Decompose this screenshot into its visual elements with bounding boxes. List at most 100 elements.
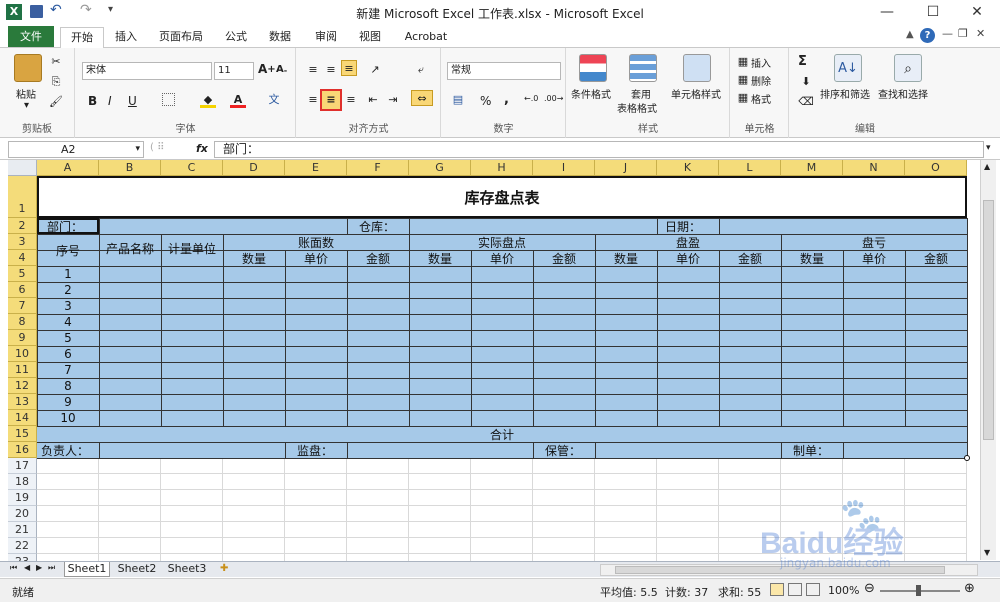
wb-close-icon[interactable]: ✕ — [976, 27, 985, 40]
increase-indent-icon[interactable]: ⇥ — [385, 92, 401, 108]
view-page-break-icon[interactable] — [806, 583, 820, 596]
header-unit[interactable]: 计量单位 — [161, 234, 223, 266]
select-all-corner[interactable] — [8, 160, 37, 176]
tab-insert[interactable]: 插入 — [108, 27, 144, 48]
fill-color-icon[interactable]: ◆ — [200, 92, 216, 108]
view-page-layout-icon[interactable] — [788, 583, 802, 596]
subheader-qty[interactable]: 数量 — [781, 250, 843, 266]
column-header-L[interactable]: L — [719, 160, 781, 176]
find-select-button[interactable]: 查找和选择 — [878, 86, 928, 101]
subheader-qty[interactable]: 数量 — [595, 250, 657, 266]
vertical-scrollbar[interactable]: ▲ ▼ — [980, 160, 996, 560]
row-header-20[interactable]: 20 — [8, 506, 37, 522]
column-header-O[interactable]: O — [905, 160, 967, 176]
seq-number[interactable]: 4 — [37, 314, 99, 330]
seq-number[interactable]: 3 — [37, 298, 99, 314]
cell-styles-button[interactable]: 单元格样式 — [671, 86, 721, 101]
comma-button[interactable]: , — [504, 92, 509, 107]
subheader-price[interactable]: 单价 — [843, 250, 905, 266]
tab-acrobat[interactable]: Acrobat — [398, 27, 454, 48]
zoom-out-icon[interactable]: ⊖ — [864, 581, 875, 596]
name-box[interactable]: A2 ▾ — [8, 141, 144, 158]
format-as-table-label1[interactable]: 套用 — [631, 86, 651, 101]
subheader-qty[interactable]: 数量 — [223, 250, 285, 266]
row-header-5[interactable]: 5 — [8, 266, 37, 282]
paste-button[interactable]: 粘贴 — [16, 86, 36, 101]
align-top-icon[interactable]: ≡ — [305, 62, 321, 78]
view-normal-icon[interactable] — [770, 583, 784, 596]
scroll-thumb[interactable] — [983, 200, 994, 440]
supervise-label[interactable]: 监盘： — [285, 442, 347, 458]
tab-review[interactable]: 审阅 — [308, 27, 344, 48]
scroll-up-icon[interactable]: ▲ — [984, 162, 990, 171]
header-seq[interactable]: 序号 — [37, 234, 99, 266]
fill-handle[interactable] — [964, 455, 970, 461]
subheader-amount[interactable]: 金额 — [905, 250, 967, 266]
date-label[interactable]: 日期： — [657, 218, 719, 234]
seq-number[interactable]: 1 — [37, 266, 99, 282]
seq-number[interactable]: 9 — [37, 394, 99, 410]
decrease-indent-icon[interactable]: ⇤ — [365, 92, 381, 108]
delete-cells-button[interactable]: ▦ 删除 — [735, 72, 771, 88]
row-header-1[interactable]: 1 — [8, 176, 37, 218]
seq-number[interactable]: 2 — [37, 282, 99, 298]
tab-view[interactable]: 视图 — [352, 27, 388, 48]
column-header-A[interactable]: A — [37, 160, 99, 176]
formula-expand-icon[interactable]: ▾ — [986, 143, 991, 153]
row-header-14[interactable]: 14 — [8, 410, 37, 426]
sheet-tab-1[interactable]: Sheet1 — [64, 562, 110, 577]
column-header-F[interactable]: F — [347, 160, 409, 176]
row-header-16[interactable]: 16 — [8, 442, 37, 458]
tab-page-layout[interactable]: 页面布局 — [150, 27, 212, 48]
row-header-21[interactable]: 21 — [8, 522, 37, 538]
font-name-select[interactable]: 宋体 — [82, 62, 212, 80]
subheader-amount[interactable]: 金额 — [719, 250, 781, 266]
insert-cells-button[interactable]: ▦ 插入 — [735, 54, 771, 70]
maker-label[interactable]: 制单： — [781, 442, 843, 458]
decrease-decimal-icon[interactable]: .00→ — [544, 94, 563, 103]
subheader-amount[interactable]: 金额 — [533, 250, 595, 266]
format-as-table-label2[interactable]: 表格格式 — [617, 100, 657, 115]
wb-minimize-icon[interactable]: — — [942, 27, 953, 40]
border-icon[interactable] — [162, 93, 175, 106]
align-right-icon[interactable]: ≡ — [343, 92, 359, 108]
find-select-icon[interactable]: ⌕ — [894, 54, 922, 82]
header-loss[interactable]: 盘亏 — [781, 234, 967, 250]
sheet-nav-prev-icon[interactable]: ◀ — [24, 563, 30, 572]
row-header-11[interactable]: 11 — [8, 362, 37, 378]
align-bottom-icon[interactable]: ≡ — [341, 60, 357, 76]
seq-number[interactable]: 10 — [37, 410, 99, 426]
seq-number[interactable]: 6 — [37, 346, 99, 362]
header-actual[interactable]: 实际盘点 — [409, 234, 595, 250]
row-header-15[interactable]: 15 — [8, 426, 37, 442]
percent-button[interactable]: % — [480, 94, 491, 108]
tab-data[interactable]: 数据 — [262, 27, 298, 48]
row-header-8[interactable]: 8 — [8, 314, 37, 330]
header-product[interactable]: 产品名称 — [99, 234, 161, 266]
wb-restore-icon[interactable]: ❐ — [958, 27, 968, 40]
row-header-17[interactable]: 17 — [8, 458, 37, 474]
paste-icon[interactable] — [14, 54, 42, 82]
sort-filter-icon[interactable]: A↓ — [834, 54, 862, 82]
cut-icon[interactable]: ✂ — [48, 54, 64, 70]
column-header-B[interactable]: B — [99, 160, 161, 176]
maximize-button[interactable]: ☐ — [910, 0, 956, 24]
tab-file[interactable]: 文件 — [8, 26, 54, 47]
zoom-slider-thumb[interactable] — [916, 585, 921, 596]
increase-decimal-icon[interactable]: ←.0 — [524, 94, 538, 103]
row-header-7[interactable]: 7 — [8, 298, 37, 314]
row-header-10[interactable]: 10 — [8, 346, 37, 362]
subheader-qty[interactable]: 数量 — [409, 250, 471, 266]
row-header-2[interactable]: 2 — [8, 218, 37, 234]
font-size-select[interactable]: 11 — [214, 62, 254, 80]
italic-button[interactable]: I — [108, 94, 112, 108]
column-header-H[interactable]: H — [471, 160, 533, 176]
sheet-tab-2[interactable]: Sheet2 — [114, 562, 160, 577]
responsible-label[interactable]: 负责人： — [37, 442, 99, 458]
column-header-K[interactable]: K — [657, 160, 719, 176]
new-sheet-icon[interactable]: ✚ — [220, 563, 228, 574]
zoom-slider[interactable] — [880, 585, 960, 596]
number-format-select[interactable]: 常规 — [447, 62, 561, 80]
close-button[interactable]: ✕ — [954, 0, 1000, 24]
conditional-format-button[interactable]: 条件格式 — [571, 86, 611, 101]
